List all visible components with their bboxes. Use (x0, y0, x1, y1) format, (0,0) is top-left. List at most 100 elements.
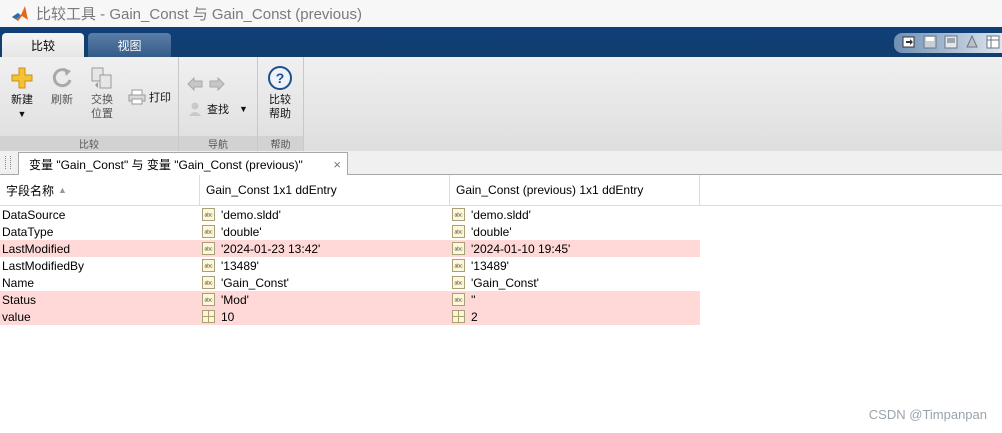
svg-text:abc: abc (454, 230, 463, 236)
refresh-icon (52, 68, 72, 88)
text-type-icon: abc (202, 225, 215, 238)
close-icon[interactable]: × (333, 157, 341, 172)
left-value-cell[interactable]: abc 'double' (202, 223, 262, 240)
pin-icon[interactable] (963, 33, 981, 51)
document-tab[interactable]: 变量 "Gain_Const" 与 变量 "Gain_Const (previo… (18, 152, 348, 175)
field-name-cell: DataType (2, 224, 54, 239)
table-row[interactable]: Name abc 'Gain_Const' abc 'Gain_Const' (0, 274, 700, 291)
arrow-right-icon[interactable] (209, 77, 225, 91)
right-value-cell[interactable]: abc 'demo.sldd' (452, 206, 531, 223)
right-value-cell[interactable]: 2 (452, 308, 478, 325)
right-value: '2024-01-10 19:45' (471, 241, 571, 256)
swap-label-1: 交换 (91, 94, 113, 106)
table-row[interactable]: DataType abc 'double' abc 'double' (0, 223, 700, 240)
right-value-cell[interactable]: abc '2024-01-10 19:45' (452, 240, 570, 257)
field-name-cell: value (2, 309, 31, 324)
user-search-icon (189, 102, 201, 116)
column-header-right-label: Gain_Const (previous) 1x1 ddEntry (456, 183, 644, 197)
table-row[interactable]: LastModifiedBy abc '13489' abc '13489' (0, 257, 700, 274)
right-value-cell[interactable]: abc '13489' (452, 257, 509, 274)
left-value: 'Mod' (221, 292, 249, 307)
svg-text:abc: abc (204, 230, 213, 236)
left-value-cell[interactable]: abc 'Gain_Const' (202, 274, 289, 291)
svg-text:abc: abc (454, 281, 463, 287)
tab-compare[interactable]: 比较 (2, 33, 84, 57)
svg-text:abc: abc (454, 264, 463, 270)
drag-handle[interactable] (5, 156, 11, 169)
toolstrip: 新建 ▼ 刷新 交换 位置 打印 比较 查找 ▼ 导航 ? 比较 帮助 帮助 (0, 57, 1002, 152)
dock-icon[interactable] (942, 33, 960, 51)
help-label-2: 帮助 (269, 108, 291, 120)
column-header-left-label: Gain_Const 1x1 ddEntry (206, 183, 337, 197)
chevron-down-icon[interactable]: ▼ (239, 104, 248, 114)
table-row[interactable]: Status abc 'Mod' abc '' (0, 291, 700, 308)
left-value-cell[interactable]: abc '2024-01-23 13:42' (202, 240, 320, 257)
right-value: '' (471, 292, 476, 307)
svg-text:abc: abc (454, 247, 463, 253)
matlab-logo-icon (12, 5, 28, 21)
left-value: '2024-01-23 13:42' (221, 241, 321, 256)
left-value: '13489' (221, 258, 259, 273)
table-header: 字段名称 ▲ Gain_Const 1x1 ddEntry Gain_Const… (0, 175, 1002, 206)
tab-view[interactable]: 视图 (88, 33, 171, 57)
field-name-cell: Name (2, 275, 35, 290)
document-tab-label: 变量 "Gain_Const" 与 变量 "Gain_Const (previo… (29, 157, 303, 172)
column-header-left[interactable]: Gain_Const 1x1 ddEntry (200, 175, 450, 205)
section-compare: 新建 ▼ 刷新 交换 位置 打印 比较 (0, 57, 179, 151)
find-label: 查找 (207, 104, 229, 116)
new-label: 新建 (11, 94, 33, 106)
text-type-icon: abc (202, 276, 215, 289)
refresh-button[interactable]: 刷新 (46, 65, 78, 107)
save-icon[interactable] (921, 33, 939, 51)
text-type-icon: abc (452, 208, 465, 221)
table-row[interactable]: value 10 2 (0, 308, 700, 325)
svg-text:abc: abc (204, 213, 213, 219)
print-button[interactable]: 打印 (128, 89, 171, 105)
left-value-cell[interactable]: abc '13489' (202, 257, 259, 274)
svg-text:abc: abc (454, 298, 463, 304)
open-icon[interactable] (900, 33, 918, 51)
text-type-icon: abc (452, 276, 465, 289)
arrow-left-icon[interactable] (187, 77, 203, 91)
left-value-cell[interactable]: 10 (202, 308, 234, 325)
right-value: 'Gain_Const' (471, 275, 539, 290)
quick-access-toolbar (894, 33, 1002, 53)
text-type-icon: abc (452, 225, 465, 238)
sort-ascending-icon[interactable]: ▲ (58, 185, 67, 195)
print-label: 打印 (149, 92, 171, 104)
find-button[interactable]: 查找 ▼ (187, 101, 248, 117)
left-value-cell[interactable]: abc 'demo.sldd' (202, 206, 281, 223)
printer-icon (128, 89, 146, 105)
chevron-down-icon[interactable]: ▼ (18, 107, 27, 121)
text-type-icon: abc (202, 293, 215, 306)
svg-text:abc: abc (204, 247, 213, 253)
left-value-cell[interactable]: abc 'Mod' (202, 291, 249, 308)
table-row[interactable]: LastModified abc '2024-01-23 13:42' abc '202… (0, 240, 700, 257)
right-value-cell[interactable]: abc 'double' (452, 223, 512, 240)
column-header-field[interactable]: 字段名称 ▲ (0, 175, 200, 205)
right-value-cell[interactable]: abc 'Gain_Const' (452, 274, 539, 291)
text-type-icon: abc (202, 208, 215, 221)
section-help: ? 比较 帮助 帮助 (258, 57, 304, 151)
grid-icon[interactable] (984, 33, 1002, 51)
field-name-cell: Status (2, 292, 37, 307)
svg-text:abc: abc (204, 281, 213, 287)
new-button[interactable]: 新建 ▼ (6, 65, 38, 121)
table-row[interactable]: DataSource abc 'demo.sldd' abc 'demo.sldd' (0, 206, 700, 223)
text-type-icon: abc (202, 259, 215, 272)
right-value: '13489' (471, 258, 509, 273)
text-type-icon: abc (202, 242, 215, 255)
column-header-right[interactable]: Gain_Const (previous) 1x1 ddEntry (450, 175, 700, 205)
watermark: CSDN @Timpanpan (868, 407, 987, 422)
right-value: 'double' (471, 224, 512, 239)
swap-button[interactable]: 交换 位置 (86, 65, 118, 121)
section-navigate: 查找 ▼ 导航 (179, 57, 258, 151)
compare-help-button[interactable]: ? 比较 帮助 (264, 65, 296, 121)
numeric-type-icon (202, 310, 215, 323)
left-value: 10 (221, 309, 235, 324)
title-bar: 比较工具 - Gain_Const 与 Gain_Const (previous… (0, 0, 1002, 27)
svg-text:?: ? (276, 70, 285, 86)
right-value: 2 (471, 309, 478, 324)
right-value-cell[interactable]: abc '' (452, 291, 476, 308)
document-tab-bar: 变量 "Gain_Const" 与 变量 "Gain_Const (previo… (0, 151, 1002, 175)
